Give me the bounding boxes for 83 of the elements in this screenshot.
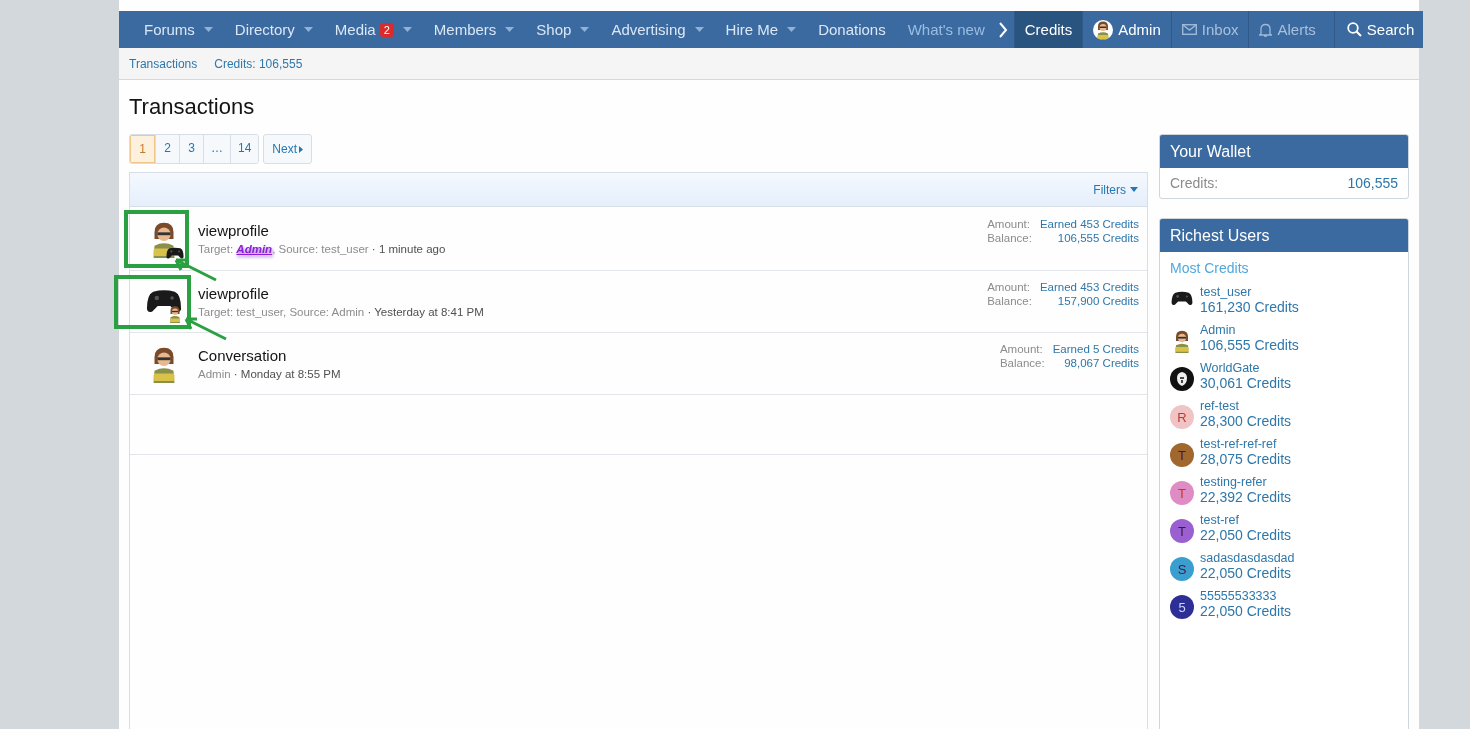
balance-label: Balance: [999, 356, 1045, 369]
nav-tab[interactable]: Members [422, 11, 526, 48]
page-link[interactable]: … [203, 135, 230, 163]
timestamp: · 1 minute ago [370, 243, 446, 255]
balance-label: Balance: [987, 294, 1032, 307]
search-icon [1346, 22, 1362, 37]
sub-nav-link[interactable]: Transactions [129, 56, 198, 71]
nav-tab[interactable]: What's new [896, 11, 996, 48]
nav-tab[interactable]: Donations [807, 11, 897, 48]
game-controller-icon [146, 288, 182, 315]
username-link[interactable]: test_user [1200, 285, 1299, 299]
game-controller-icon [166, 246, 184, 260]
credits-label: Credits: [1170, 175, 1219, 191]
nav-tab[interactable]: Credits [1013, 11, 1083, 48]
username-link[interactable]: test-ref-ref-ref [1200, 437, 1292, 451]
nav-tab[interactable]: Directory [223, 11, 324, 48]
username-link[interactable]: 55555533333 [1200, 589, 1292, 603]
filters-button[interactable]: Filters [1093, 182, 1138, 197]
sub-nav-link[interactable]: Credits: 106,555 [214, 56, 303, 71]
username-link[interactable]: Admin [1200, 323, 1299, 337]
nav-tab[interactable]: Shop [525, 11, 601, 48]
bell-icon [1259, 22, 1273, 37]
lion-avatar-icon [1170, 367, 1194, 391]
transaction-title: Conversation [198, 347, 288, 364]
richest-users-title: Richest Users [1160, 219, 1408, 252]
page-link[interactable]: 2 [155, 135, 179, 163]
credits-amount: 30,061 Credits [1200, 375, 1292, 391]
transaction-details: , Source: test_user [272, 243, 369, 255]
credits-amount: 22,050 Credits [1200, 527, 1292, 543]
transaction-title: viewprofile [198, 222, 270, 239]
balance-value[interactable]: 98,067 Credits [1052, 356, 1139, 369]
amount-value[interactable]: Earned 453 Credits [1039, 280, 1139, 293]
timestamp: · Monday at 8:55 PM [232, 368, 341, 380]
letter-avatar: R [1170, 405, 1194, 429]
timestamp: · Yesterday at 8:41 PM [366, 306, 484, 318]
nav-tab[interactable]: Media 2 [323, 11, 423, 48]
amount-value[interactable]: Earned 5 Credits [1052, 342, 1139, 355]
transaction-details: Target: [198, 243, 235, 255]
nav-tab[interactable]: Hire Me [714, 11, 808, 48]
credits-amount: 22,392 Credits [1200, 489, 1292, 505]
username-link[interactable]: test-ref [1200, 513, 1292, 527]
username-link[interactable]: ref-test [1200, 399, 1292, 413]
balance-label: Balance: [987, 231, 1032, 244]
page-link[interactable]: 14 [230, 135, 259, 163]
caret-icon [299, 145, 304, 153]
amount-label: Amount: [999, 342, 1044, 355]
balance-value[interactable]: 157,900 Credits [1039, 294, 1139, 307]
credits-amount: 28,075 Credits [1200, 451, 1292, 467]
chevron-right-icon[interactable] [997, 20, 1008, 39]
nav-tab[interactable]: Advertising [600, 11, 715, 48]
letter-avatar: 5 [1170, 595, 1194, 619]
username-link[interactable]: testing-refer [1200, 475, 1292, 489]
page-link[interactable]: 3 [179, 135, 203, 163]
balance-value[interactable]: 106,555 Credits [1039, 231, 1139, 244]
letter-avatar: T [1170, 443, 1194, 467]
credits-amount: 161,230 Credits [1200, 299, 1299, 315]
wallet-title: Your Wallet [1160, 135, 1408, 168]
page-link[interactable]: 1 [130, 135, 155, 163]
notification-badge: 2 [379, 22, 394, 37]
transaction-details: Target: test_user, Source: Admin [198, 306, 365, 318]
credits-amount: 22,050 Credits [1200, 565, 1293, 581]
amount-label: Amount: [987, 217, 1031, 230]
envelope-icon [1181, 24, 1197, 35]
credits-amount: 28,300 Credits [1200, 413, 1292, 429]
caret-icon [1130, 187, 1138, 192]
nav-tab[interactable]: Search [1333, 11, 1424, 48]
amount-value[interactable]: Earned 453 Credits [1039, 217, 1139, 230]
transaction-title: viewprofile [198, 285, 270, 302]
username-link[interactable]: sadasdasdasdad [1200, 551, 1295, 565]
username-link[interactable]: WorldGate [1200, 361, 1292, 375]
section-heading: Most Credits [1169, 259, 1250, 278]
letter-avatar: T [1170, 481, 1194, 505]
credits-amount: 22,050 Credits [1200, 603, 1292, 619]
credits-amount: 106,555 Credits [1200, 337, 1299, 353]
nav-tab[interactable]: Forums [133, 11, 224, 48]
letter-avatar: T [1170, 519, 1194, 543]
credits-value: 106,555 [1347, 175, 1398, 191]
letter-avatar: S [1170, 557, 1194, 581]
game-controller-icon [1171, 291, 1193, 307]
next-page-button[interactable]: Next [263, 134, 313, 164]
page-title: Transactions [129, 94, 256, 120]
amount-label: Amount: [987, 280, 1031, 293]
transaction-details: Admin [198, 368, 231, 380]
